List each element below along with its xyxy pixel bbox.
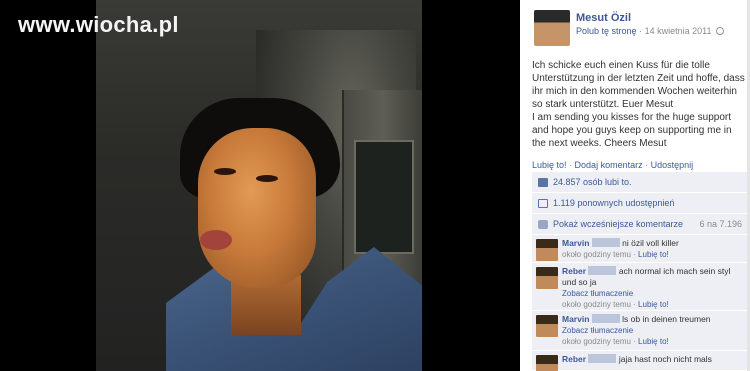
comment-icon bbox=[538, 219, 548, 229]
watermark: www.wiocha.pl bbox=[18, 12, 179, 37]
previous-comments-row[interactable]: Pokaż wcześniejsze komentarze 6 na 7.196 bbox=[532, 214, 748, 235]
comment: Reber jaja hast noch nicht mals bbox=[532, 351, 748, 371]
like-page-link[interactable]: Polub tę stronę bbox=[576, 26, 637, 36]
comment-author[interactable]: Marvin bbox=[562, 314, 589, 324]
photo-eye-right bbox=[256, 175, 278, 182]
globe-icon bbox=[715, 27, 724, 35]
shares-row[interactable]: 1.119 ponownych udostępnień bbox=[532, 193, 748, 214]
comment-meta: około godziny temu · Lubię to! bbox=[562, 300, 669, 309]
comment-author[interactable]: Reber bbox=[562, 266, 586, 276]
comment-link[interactable]: Dodaj komentarz bbox=[575, 160, 643, 170]
translate-link[interactable]: Zobacz tłumaczenie bbox=[562, 289, 633, 298]
page-name-link[interactable]: Mesut Özil bbox=[576, 12, 631, 24]
comment-text: ach normal ich mach sein styl und so ja bbox=[562, 266, 731, 287]
share-link[interactable]: Udostępnij bbox=[651, 160, 694, 170]
comment-avatar[interactable] bbox=[536, 315, 558, 337]
photo-content bbox=[96, 0, 422, 371]
avatar[interactable] bbox=[534, 10, 570, 46]
post-panel: Mesut Özil Polub tę stronę · 14 kwietnia… bbox=[520, 0, 750, 371]
thumbs-up-icon bbox=[538, 177, 548, 187]
comment-time[interactable]: około godziny temu bbox=[562, 250, 631, 259]
comment-time[interactable]: około godziny temu bbox=[562, 300, 631, 309]
translate-link[interactable]: Zobacz tłumaczenie bbox=[562, 326, 633, 335]
post-text-en: I am sending you kisses for the huge sup… bbox=[532, 112, 732, 149]
likes-row[interactable]: 24.857 osób lubi to. bbox=[532, 172, 748, 193]
comment-text: jaja hast noch nicht mals bbox=[618, 354, 712, 364]
comment-meta: około godziny temu · Lubię to! bbox=[562, 337, 669, 346]
comment-meta: około godziny temu · Lubię to! bbox=[562, 250, 669, 259]
likes-count[interactable]: 24.857 osób lubi to. bbox=[553, 177, 632, 187]
comment-count: 6 na 7.196 bbox=[699, 219, 742, 229]
photo-lips bbox=[200, 230, 232, 250]
comment-time[interactable]: około godziny temu bbox=[562, 337, 631, 346]
blurred-name bbox=[591, 314, 620, 323]
share-icon bbox=[538, 198, 548, 208]
previous-comments-link[interactable]: Pokaż wcześniejsze komentarze bbox=[553, 219, 683, 229]
post-date[interactable]: 14 kwietnia 2011 bbox=[645, 26, 712, 36]
comment-avatar[interactable] bbox=[536, 239, 558, 261]
blurred-name bbox=[591, 238, 620, 247]
comment-author[interactable]: Reber bbox=[562, 354, 586, 364]
photo-face bbox=[198, 128, 316, 288]
comment-avatar[interactable] bbox=[536, 355, 558, 371]
like-link[interactable]: Lubię to! bbox=[532, 160, 567, 170]
comment-author[interactable]: Marvin bbox=[562, 238, 589, 248]
post-message: Ich schicke euch einen Kuss für die toll… bbox=[532, 59, 746, 150]
comment-text: ni özil voll killer bbox=[622, 238, 679, 248]
comment: Marvin ni özil voll killer około godziny… bbox=[532, 235, 748, 263]
photo[interactable]: www.wiocha.pl bbox=[0, 0, 520, 371]
post-header: Mesut Özil Polub tę stronę · 14 kwietnia… bbox=[520, 0, 750, 56]
comment-like-link[interactable]: Lubię to! bbox=[638, 250, 669, 259]
blurred-name bbox=[588, 354, 617, 363]
feedback-box: 24.857 osób lubi to. 1.119 ponownych udo… bbox=[532, 172, 748, 371]
comment-like-link[interactable]: Lubię to! bbox=[638, 300, 669, 309]
comment-like-link[interactable]: Lubię to! bbox=[638, 337, 669, 346]
blurred-name bbox=[588, 266, 617, 275]
shares-count[interactable]: 1.119 ponownych udostępnień bbox=[553, 198, 674, 208]
comment: Reber ach normal ich mach sein styl und … bbox=[532, 263, 748, 311]
comment-text: ls ob in deinen treumen bbox=[622, 314, 711, 324]
post-text-de: Ich schicke euch einen Kuss für die toll… bbox=[532, 60, 745, 110]
post-actions: Lubię to! · Dodaj komentarz · Udostępnij bbox=[532, 160, 693, 170]
comment-avatar[interactable] bbox=[536, 267, 558, 289]
post-meta: Polub tę stronę · 14 kwietnia 2011 bbox=[576, 26, 724, 36]
photo-eye-left bbox=[214, 168, 236, 175]
comment: Marvin ls ob in deinen treumen Zobacz tł… bbox=[532, 311, 748, 351]
